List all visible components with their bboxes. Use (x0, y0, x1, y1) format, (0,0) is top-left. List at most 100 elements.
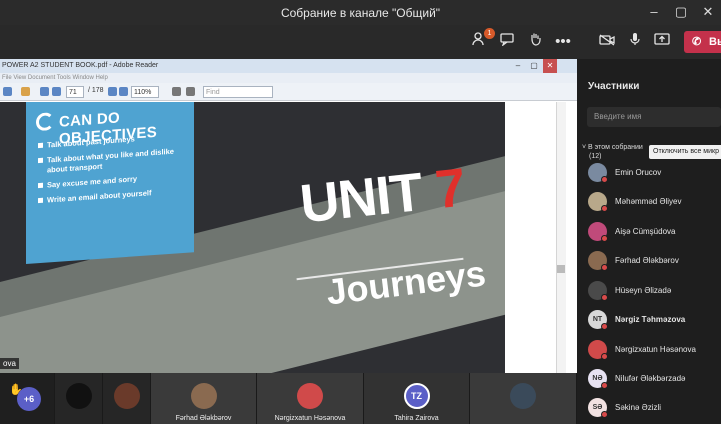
status-dot (601, 294, 608, 301)
participant-name: Hüseyn Əlizadə (615, 286, 672, 295)
avatar: SƏ (588, 398, 608, 418)
participant-name: Aişə Cümşüdova (615, 227, 676, 236)
unit-word: UNIT (297, 162, 425, 235)
video-strip: ✋ +6 Fərhad Ələkbərov Nərgizxatun Həsəno… (0, 373, 577, 424)
tile-avatar: TZ (403, 383, 430, 409)
participant-row[interactable]: Məhəmməd Əliyev (585, 190, 721, 212)
next-page-icon (52, 87, 61, 96)
print-icon (3, 87, 12, 96)
page-number-input: 71 (66, 86, 84, 98)
participant-name: Səkinə Əzizli (615, 403, 662, 412)
video-tile[interactable] (103, 373, 151, 424)
reader-toolbar: 71 / 178 110% Find (0, 83, 577, 101)
reader-title: POWER A2 STUDENT BOOK.pdf - Adobe Reader (0, 59, 577, 73)
zoom-level: 110% (131, 86, 159, 98)
presenter-name-label: ova (0, 358, 19, 369)
participant-row[interactable]: Aişə Cümşüdova (585, 220, 721, 242)
page-total: / 178 (88, 87, 104, 94)
participant-row[interactable]: Hüseyn Əlizadə (585, 279, 721, 301)
tile-name: Nərgizxatun Həsənova (274, 415, 346, 422)
avatar: NT (588, 310, 608, 330)
overflow-tile[interactable]: ✋ +6 (0, 373, 55, 424)
status-dot (601, 205, 608, 212)
avatar (588, 192, 608, 212)
tile-avatar (510, 383, 536, 409)
mic-icon[interactable] (624, 32, 646, 52)
participant-name: Nərgiz Təhməzova (615, 315, 686, 324)
tile-avatar (65, 383, 92, 409)
objectives-list: Talk about past journeys Talk about what… (38, 131, 188, 211)
video-tile[interactable] (55, 373, 103, 424)
mute-all-button[interactable]: Отключить все микр (649, 145, 721, 159)
shared-screen: POWER A2 STUDENT BOOK.pdf - Adobe Reader… (0, 59, 577, 373)
status-dot (601, 323, 608, 330)
status-dot (601, 235, 608, 242)
more-icon[interactable]: ••• (552, 32, 574, 52)
zoom-in-icon (119, 87, 128, 96)
video-tile[interactable] (470, 373, 577, 424)
section-count: (12) (589, 153, 602, 160)
avatar (588, 340, 608, 360)
window-titlebar: Собрание в канале "Общий" – ▢ ✕ (0, 0, 721, 25)
camera-off-icon[interactable] (596, 32, 618, 52)
avatar (588, 222, 608, 242)
avatar: NƏ (588, 369, 608, 389)
book-page: CAN DO OBJECTIVES Talk about past journe… (0, 102, 505, 373)
participant-name: Nərgizxatun Həsənova (615, 345, 696, 354)
tile-name: Fərhad Ələkbərov (175, 415, 232, 422)
participant-name: Fərhad Ələkbərov (615, 256, 679, 265)
avatar (588, 163, 608, 183)
unit-number: 7 (432, 157, 468, 221)
share-screen-icon[interactable] (651, 32, 673, 52)
tile-avatar (297, 383, 323, 409)
participants-title: Участники (588, 81, 640, 92)
participant-row[interactable]: SƏ Səkinə Əzizli (585, 396, 721, 418)
phone-hangup-icon: ✆ (692, 36, 702, 48)
tile-avatar (113, 383, 140, 409)
reader-scroll-thumb (557, 265, 565, 273)
participant-name: Emin Orucov (615, 168, 662, 177)
participant-row[interactable]: NT Nərgiz Təhməzova (585, 308, 721, 330)
video-tile[interactable]: Fərhad Ələkbərov (151, 373, 257, 424)
more-participants-badge: +6 (17, 387, 41, 411)
section-label: В этом собрании (588, 144, 643, 151)
tile-avatar (190, 383, 217, 409)
tile-name: Tahira Zairova (394, 415, 439, 422)
objectives-box: CAN DO OBJECTIVES Talk about past journe… (26, 102, 194, 265)
raise-hand-icon[interactable] (524, 32, 546, 52)
status-dot (601, 264, 608, 271)
participant-row[interactable]: NƏ Nilufər Ələkbərzadə (585, 367, 721, 389)
participant-row[interactable]: Fərhad Ələkbərov (585, 249, 721, 271)
minimize-icon[interactable]: – (643, 3, 665, 21)
tools-icon (21, 87, 30, 96)
reader-scrollbar (556, 102, 566, 373)
participant-name: Məhəmməd Əliyev (615, 197, 682, 206)
close-icon[interactable]: ✕ (697, 3, 719, 21)
zoom-out-icon (108, 87, 117, 96)
status-dot (601, 176, 608, 183)
status-dot (601, 411, 608, 418)
objectives-ring-icon (36, 112, 54, 132)
find-input: Find (203, 86, 273, 98)
chevron-down-icon: ˅ (582, 144, 587, 151)
participant-row[interactable]: Emin Orucov (585, 161, 721, 183)
participant-name: Nilufər Ələkbərzadə (615, 374, 686, 383)
prev-page-icon (40, 87, 49, 96)
participants-section-header[interactable]: ˅ В этом собрании (12) (582, 143, 643, 161)
participants-panel: Участники Введите имя ˅ В этом собрании … (577, 59, 721, 424)
participants-badge: 1 (484, 28, 495, 39)
status-dot (601, 353, 608, 360)
leave-button[interactable]: ✆ Вы (684, 31, 721, 53)
meeting-toolbar: 1 ••• (0, 25, 721, 59)
reader-close-icon: ✕ (543, 59, 557, 73)
chat-icon[interactable] (496, 32, 518, 52)
maximize-icon[interactable]: ▢ (670, 3, 692, 21)
fit-page-icon (172, 87, 181, 96)
video-tile[interactable]: Nərgizxatun Həsənova (257, 373, 364, 424)
fit-width-icon (186, 87, 195, 96)
participant-search-input[interactable]: Введите имя (587, 107, 721, 127)
window-title: Собрание в канале "Общий" (280, 6, 441, 20)
video-tile[interactable]: TZ Tahira Zairova (364, 373, 470, 424)
people-icon[interactable]: 1 (469, 28, 495, 52)
participant-row[interactable]: Nərgizxatun Həsənova (585, 338, 721, 360)
